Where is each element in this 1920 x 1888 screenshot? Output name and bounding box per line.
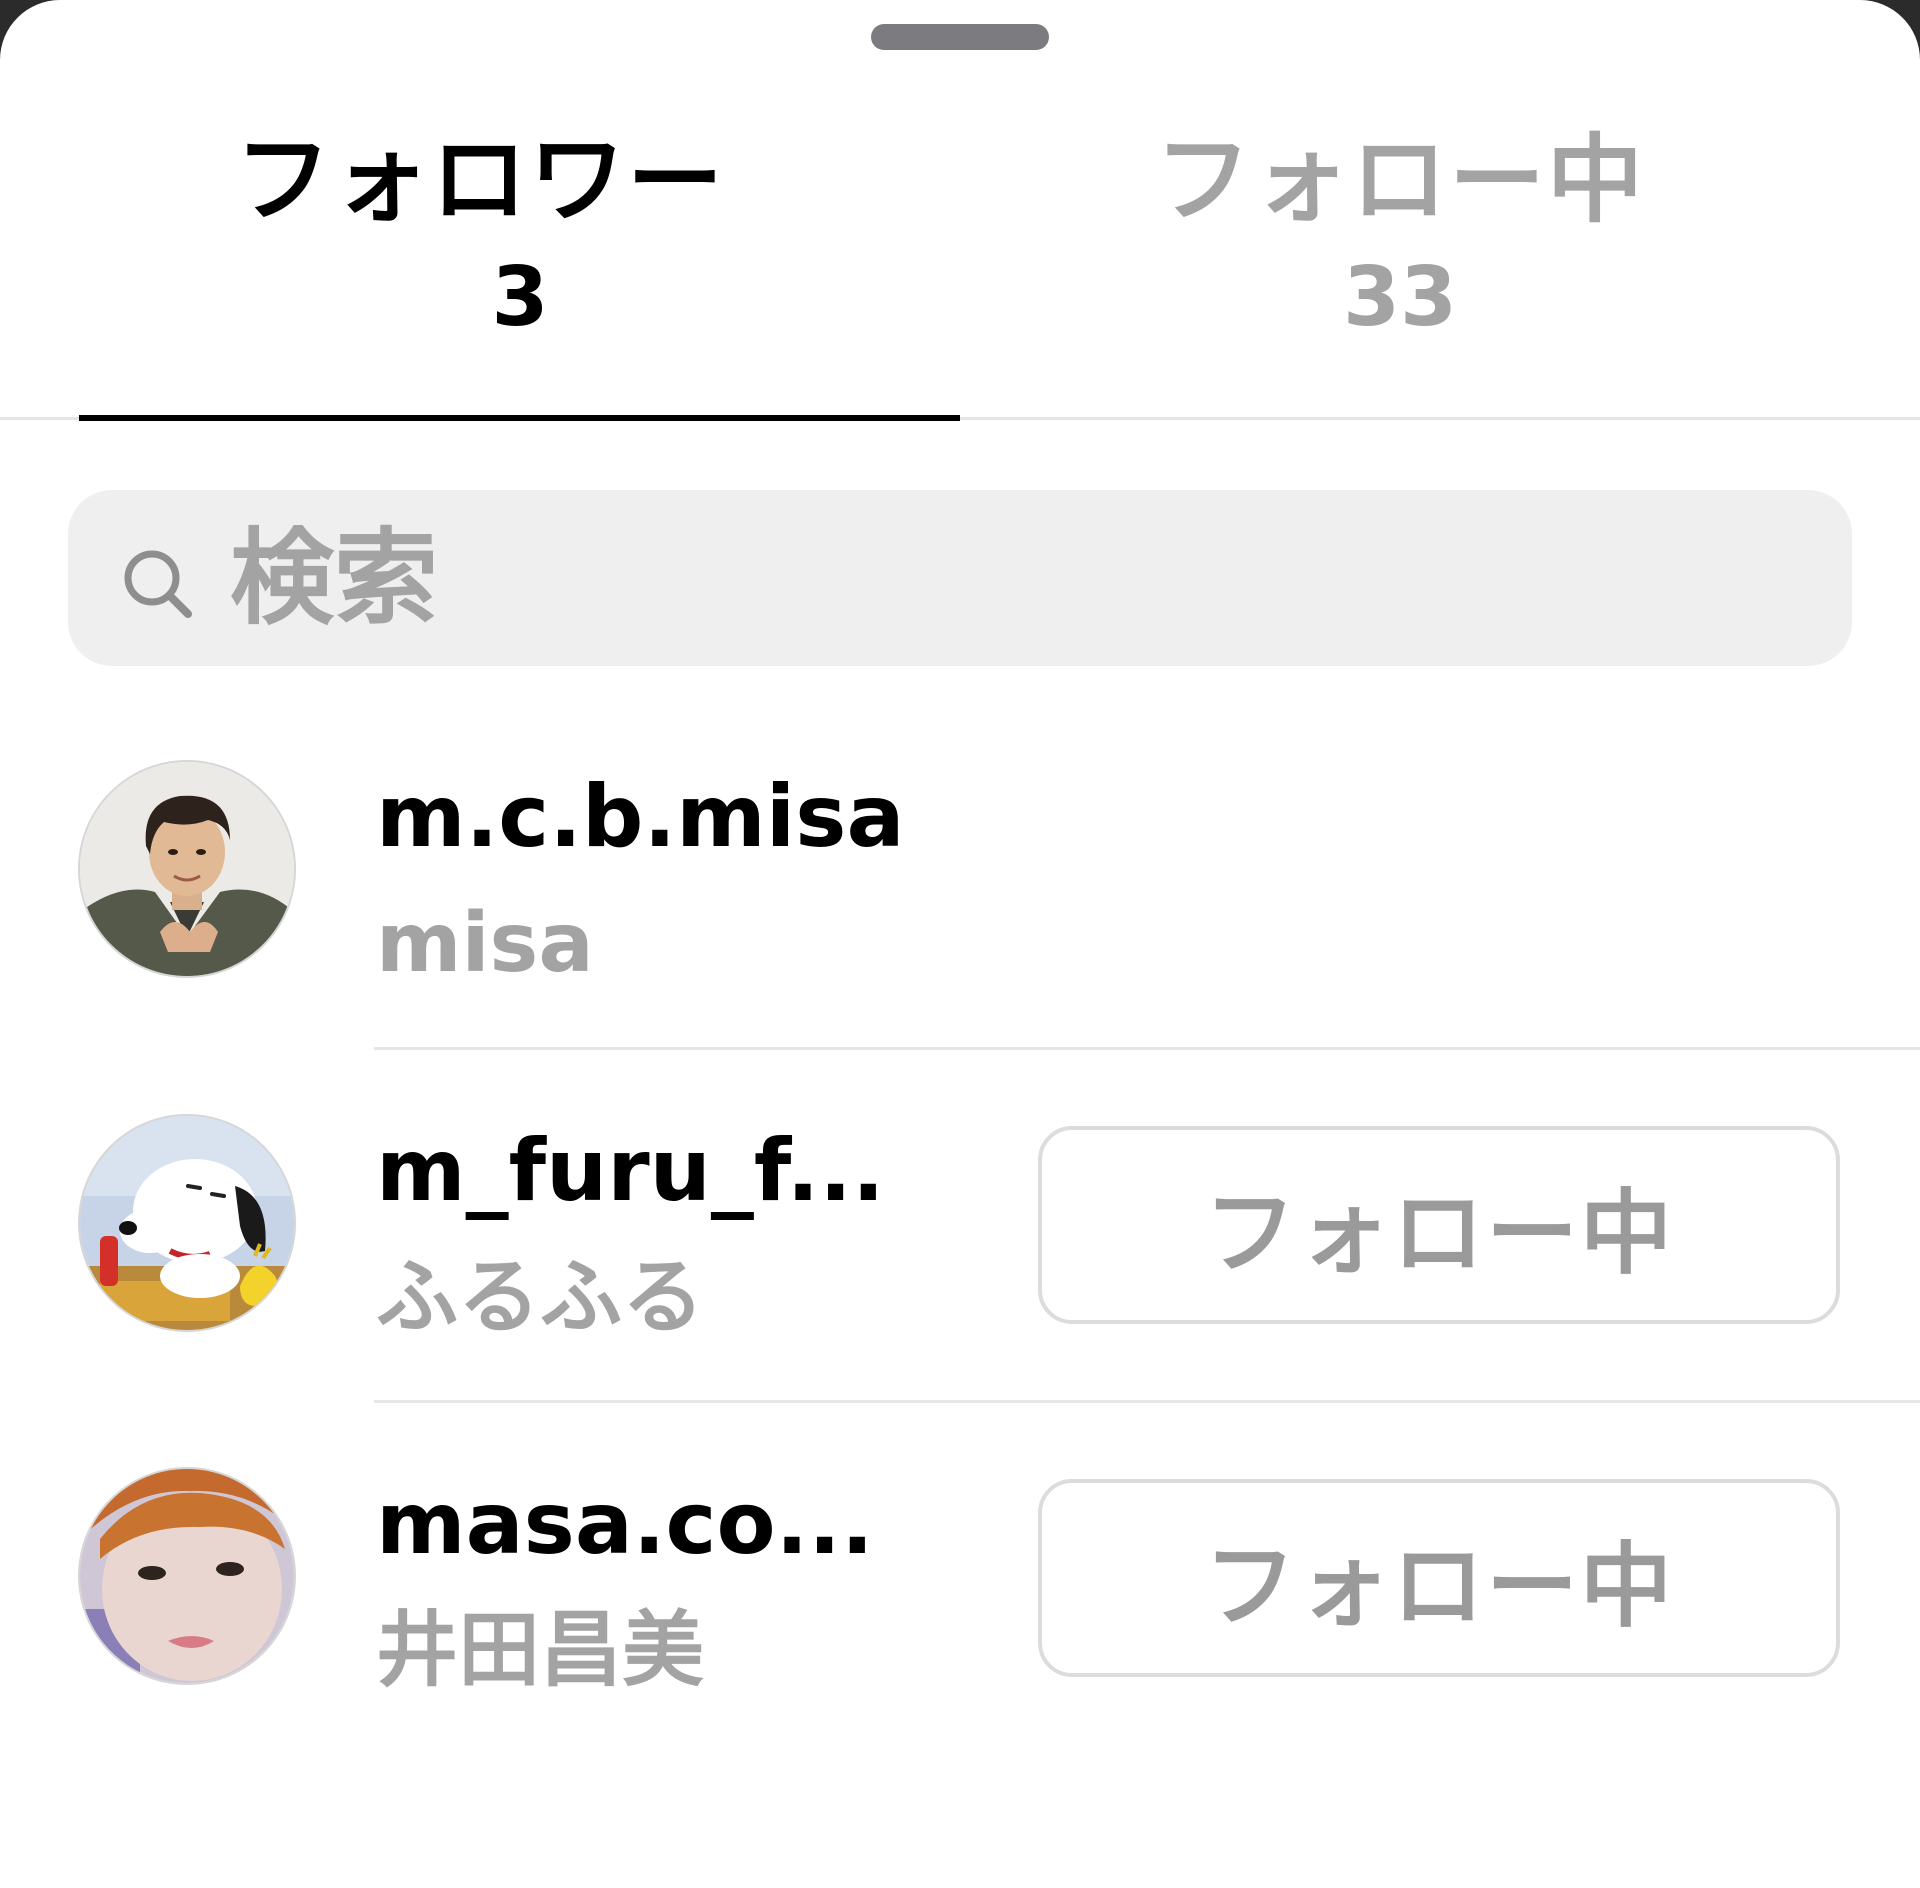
list-item[interactable]: m_furu_f... ふるふる フォロー中 [0, 1050, 1920, 1402]
list-item[interactable]: masa.co... 井田昌美 フォロー中 [0, 1403, 1920, 1755]
following-button[interactable]: フォロー中 [1038, 1126, 1840, 1324]
tab-followers-count: 3 [491, 250, 549, 345]
username[interactable]: masa.co... [376, 1469, 874, 1579]
full-name: ふるふる [376, 1250, 705, 1345]
woman-selfie-avatar[interactable] [80, 1469, 294, 1683]
tab-followers-label: フォロワー [235, 124, 725, 236]
full-name: misa [376, 896, 594, 991]
man-portrait-avatar[interactable] [80, 762, 294, 976]
full-name: 井田昌美 [376, 1603, 705, 1698]
following-button[interactable]: フォロー中 [1038, 1479, 1840, 1677]
username[interactable]: m.c.b.misa [376, 762, 904, 872]
search-icon [124, 550, 192, 618]
tab-following-count: 33 [1342, 250, 1458, 345]
list-item[interactable]: m.c.b.misa misa [0, 696, 1920, 1048]
snoopy-avatar[interactable] [80, 1116, 294, 1330]
tab-following[interactable]: フォロー中 33 [960, 120, 1840, 348]
tab-followers[interactable]: フォロワー 3 [80, 120, 960, 348]
tab-bar: フォロワー 3 フォロー中 33 [0, 0, 1920, 421]
username[interactable]: m_furu_f... [376, 1116, 885, 1226]
search-input[interactable] [230, 513, 1810, 643]
active-tab-indicator [79, 415, 960, 421]
tab-following-label: フォロー中 [1155, 124, 1645, 236]
followers-sheet: フォロワー 3 フォロー中 33 検索 m.c.b.misa misa m_fu… [0, 0, 1920, 1888]
